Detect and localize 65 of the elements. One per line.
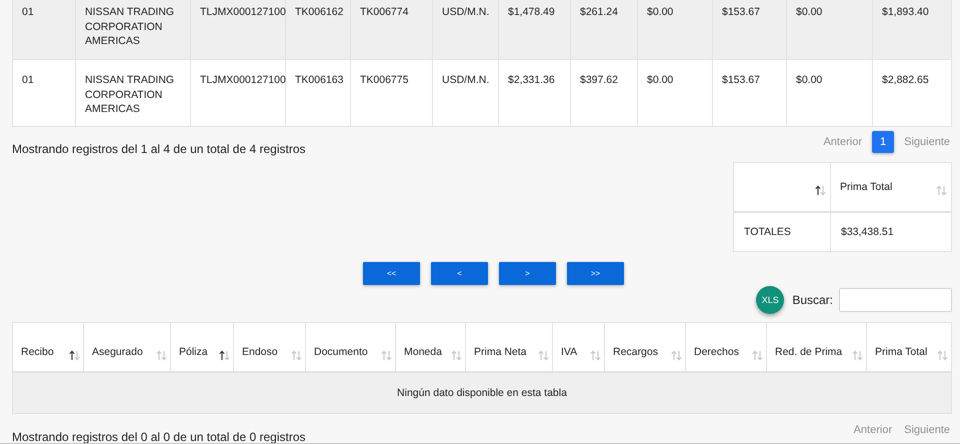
column-header[interactable]: Póliza <box>170 322 234 372</box>
column-header[interactable]: Derechos <box>686 322 766 372</box>
column-label: Asegurado <box>92 346 143 358</box>
table-cell: USD/M.N. <box>432 60 498 126</box>
column-header[interactable]: Recargos <box>604 322 686 372</box>
table-cell: $2,882.65 <box>872 60 952 126</box>
column-header[interactable]: Moneda <box>396 322 466 372</box>
column-label: Prima Total <box>840 181 892 193</box>
table-cell: 01 <box>12 0 76 60</box>
column-header[interactable]: Endoso <box>234 322 306 372</box>
table-cell: $33,438.51 <box>830 212 952 252</box>
search-field[interactable] <box>839 288 952 312</box>
records-info: Mostrando registros del 1 al 4 de un total de 4 registros <box>12 142 306 156</box>
column-header[interactable]: IVA <box>552 322 604 372</box>
column-label: Prima Neta <box>474 346 527 358</box>
table-cell: TK006774 <box>350 0 432 60</box>
sort-icon[interactable] <box>219 350 230 360</box>
table-cell: $153.67 <box>712 60 786 126</box>
table-cell: TK006163 <box>286 60 350 126</box>
column-label: Derechos <box>694 346 739 358</box>
column-label: IVA <box>561 346 578 358</box>
table-cell: TK006162 <box>286 0 350 60</box>
table-cell: TLJMX000127100 <box>190 0 286 60</box>
empty-table-message: Ningún dato disponible en esta tabla <box>12 372 952 414</box>
navigation-button[interactable]: > <box>499 262 556 285</box>
column-header[interactable]: Prima Total <box>830 162 952 212</box>
column-header[interactable]: Prima Neta <box>466 322 552 372</box>
table-cell: $0.00 <box>786 60 872 126</box>
table-cell: $0.00 <box>638 0 712 60</box>
column-label: Recargos <box>613 346 658 358</box>
navigation-button[interactable]: << <box>363 262 420 285</box>
table-cell: $1,893.40 <box>872 0 952 60</box>
column-header[interactable]: Documento <box>306 322 396 372</box>
table-cell: $153.67 <box>712 0 786 60</box>
table-cell: TOTALES <box>734 212 830 252</box>
sort-icon[interactable] <box>815 184 826 196</box>
column-label: Recibo <box>21 346 54 358</box>
table-cell: $1,478.49 <box>498 0 570 60</box>
table-cell: NISSAN TRADING CORPORATION AMERICAS <box>76 0 190 60</box>
table-cell: $0.00 <box>638 60 712 126</box>
column-header[interactable]: Red. de Prima <box>766 322 866 372</box>
column-label: Moneda <box>404 346 442 358</box>
page-number-button[interactable]: 1 <box>872 131 894 153</box>
table-cell: NISSAN TRADING CORPORATION AMERICAS <box>76 60 190 126</box>
column-label: Póliza <box>179 346 208 358</box>
table-cell: $397.62 <box>570 60 638 126</box>
sort-icon[interactable] <box>69 350 80 360</box>
column-label: Red. de Prima <box>775 346 842 358</box>
table-cell: TLJMX000127100 <box>190 60 286 126</box>
table-cell: $2,331.36 <box>498 60 570 126</box>
column-header[interactable]: Prima Total <box>866 322 952 372</box>
table-cell: TK006775 <box>350 60 432 126</box>
column-label: Endoso <box>242 346 278 358</box>
navigation-button[interactable]: < <box>431 262 488 285</box>
table-cell: USD/M.N. <box>432 0 498 60</box>
column-header[interactable]: Recibo <box>12 322 84 372</box>
column-label: Documento <box>314 346 368 358</box>
column-header[interactable]: Asegurado <box>84 322 170 372</box>
navigation-button[interactable]: >> <box>567 262 624 285</box>
table-cell: 01 <box>12 60 76 126</box>
column-label: Prima Total <box>875 346 928 358</box>
export-excel-button[interactable]: XLS <box>756 286 784 314</box>
search-label: Buscar: <box>792 293 833 307</box>
table-cell: $261.24 <box>570 0 638 60</box>
table-cell: $0.00 <box>786 0 872 60</box>
